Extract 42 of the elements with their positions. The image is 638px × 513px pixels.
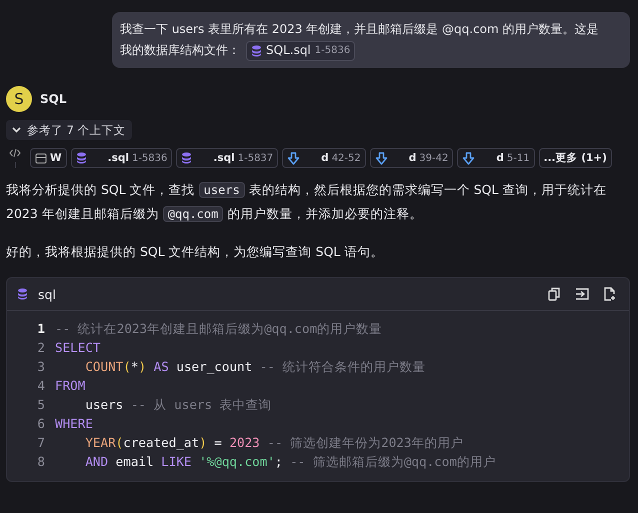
context-chip[interactable]: d 42-52 xyxy=(282,148,366,168)
down-arrow-icon xyxy=(462,152,476,164)
message-text: 我的数据库结构文件： xyxy=(120,42,240,59)
down-arrow-icon xyxy=(374,152,388,164)
code-line: COUNT(*) AS user_count -- 统计符合条件的用户数量 xyxy=(84,358,426,376)
database-icon xyxy=(251,44,262,56)
file-chip[interactable]: SQL.sql 1-5836 xyxy=(246,40,356,60)
code-line: SELECT xyxy=(55,339,100,357)
line-number: 4 xyxy=(36,377,45,395)
code-line: -- 统计在2023年创建且邮箱后缀为@qq.com的用户数量 xyxy=(55,320,382,338)
database-icon xyxy=(76,152,87,164)
code-line: FROM xyxy=(55,377,86,395)
code-language: sql xyxy=(38,286,57,302)
code-line: YEAR(created_at) = 2023 -- 筛选创建年份为2023年的用户 xyxy=(84,434,464,452)
database-icon xyxy=(17,288,28,300)
context-chip[interactable]: .sql 1-5837 xyxy=(176,148,278,168)
down-arrow-icon xyxy=(287,152,300,164)
folder-icon xyxy=(35,152,47,164)
line-number: 3 xyxy=(36,358,45,376)
context-chip[interactable]: W xyxy=(30,148,67,168)
more-button[interactable]: ...更多 (1+) xyxy=(538,148,612,168)
assistant-name: SQL xyxy=(40,92,66,106)
line-number: 7 xyxy=(36,434,45,452)
context-chip[interactable]: .sql 1-5836 xyxy=(70,148,172,168)
line-number: 6 xyxy=(36,415,45,433)
avatar: S xyxy=(6,86,32,112)
answer-paragraph: 我将分析提供的 SQL 文件，查找 users 表的结构，然后根据您的需求编写一个 SQL 查询，用于统计在 2023 年创建且邮箱后缀为 @qq.com 的用户数量，并添加必要的注释。 xyxy=(6,181,608,224)
line-number: 8 xyxy=(36,453,45,471)
context-chip[interactable]: d 39-42 xyxy=(370,148,454,168)
answer-paragraph: 好的，我将根据提供的 SQL 文件结构，为您编写查询 SQL 语句。 xyxy=(6,243,384,261)
line-number: 5 xyxy=(36,396,45,414)
database-icon xyxy=(181,152,192,164)
code-line: WHERE xyxy=(55,415,93,433)
line-number: 1 xyxy=(36,320,45,338)
message-text: 我查一下 users 表里所有在 2023 年创建，并且邮箱后缀是 @qq.com 的用户数量。这是 xyxy=(120,21,599,38)
context-toggle[interactable]: 参考了 7 个上下文 xyxy=(6,120,132,140)
context-chip[interactable]: d 5-11 xyxy=(457,148,535,168)
line-number: 2 xyxy=(36,339,45,357)
chevron-icon xyxy=(12,127,21,133)
code-line: users -- 从 users 表中查询 xyxy=(84,396,272,414)
code-icon xyxy=(9,148,21,158)
code-line: AND email LIKE '%@qq.com'; -- 筛选邮箱后缀为@qq.com的用户 xyxy=(84,453,496,471)
